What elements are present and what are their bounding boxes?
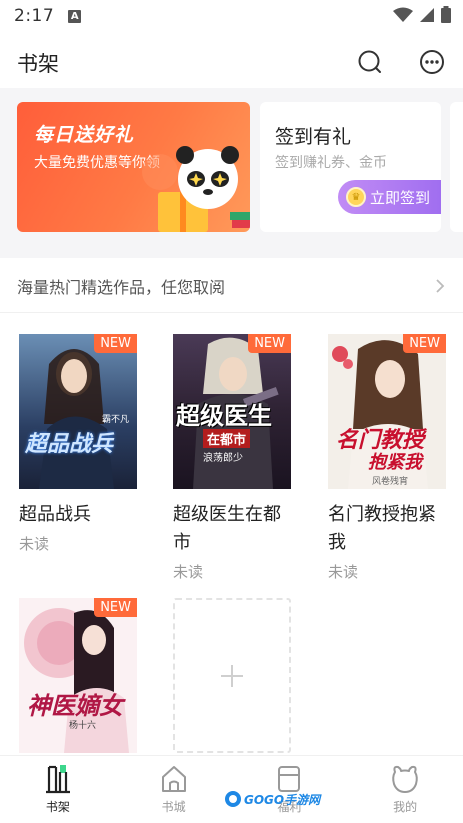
book-cover: NEW 超级医生 在都市 浪荡郎少 xyxy=(173,334,291,489)
book-title: 超级医生在都市 xyxy=(173,504,281,553)
book-title: 名门教授抱紧我 xyxy=(328,504,436,553)
nav-bookstore[interactable]: 书城 xyxy=(116,756,232,823)
nav-label: 书城 xyxy=(161,800,186,814)
status-right xyxy=(393,6,451,23)
search-button[interactable] xyxy=(356,48,384,76)
book-cover: NEW 名门教授 抱紧我 风卷残宵 xyxy=(328,334,446,489)
add-book-button[interactable] xyxy=(173,598,291,753)
nav-profile[interactable]: 我的 xyxy=(347,756,463,823)
coin-icon: ♛ xyxy=(346,187,366,207)
profile-icon xyxy=(392,765,418,793)
cover-title: 神医嫡女 xyxy=(27,692,123,720)
gift-title: 每日送好礼 xyxy=(34,124,135,146)
page-title: 书架 xyxy=(17,52,59,76)
notification-icon: A xyxy=(68,9,82,23)
divider xyxy=(0,312,463,313)
status-time: 2:17 xyxy=(14,6,55,26)
checkin-title: 签到有礼 xyxy=(275,126,352,148)
checkin-subtitle: 签到赚礼券、金币 xyxy=(275,155,387,171)
book-item[interactable]: NEW 超品战兵 霸不凡 超品战兵 未读 xyxy=(19,334,137,554)
checkin-button-label: 立即签到 xyxy=(370,188,431,207)
book-status: 未读 xyxy=(328,563,359,581)
checkin-banner[interactable]: 签到有礼 签到赚礼券、金币 ♛ 立即签到 xyxy=(260,102,441,232)
recommend-row[interactable]: 海量热门精选作品，任您取阅 xyxy=(0,262,463,310)
more-icon xyxy=(420,50,444,74)
banner-area: 每日送好礼 大量免费优惠等你领 签到有礼 签到赚礼券、金币 ♛ 立即签到 xyxy=(0,88,463,258)
watermark-text: GOGO手游网 xyxy=(244,792,321,807)
book-cover: NEW 神医嫡女 杨十六 xyxy=(19,598,137,753)
plus-icon xyxy=(221,664,243,687)
bottom-nav: 书架 书城 福利 我的 xyxy=(0,755,463,823)
cover-subtitle: 抱紧我 xyxy=(368,452,422,473)
status-bar: 2:17 A xyxy=(0,0,463,32)
cover-author: 霸不凡 xyxy=(101,415,129,425)
next-banner[interactable] xyxy=(450,102,463,232)
new-badge: NEW xyxy=(94,598,137,617)
cover-subtitle: 在都市 xyxy=(203,429,251,448)
nav-label: 书架 xyxy=(45,800,70,814)
new-badge: NEW xyxy=(403,334,446,353)
nav-label: 我的 xyxy=(393,800,418,814)
header: 书架 xyxy=(0,40,463,86)
book-item[interactable]: NEW 名门教授 抱紧我 风卷残宵 名门教授抱紧我 未读 xyxy=(328,334,446,582)
watermark: GOGO手游网 xyxy=(224,790,320,808)
new-badge: NEW xyxy=(248,334,291,353)
cover-author: 杨十六 xyxy=(69,721,97,731)
recommend-text: 海量热门精选作品，任您取阅 xyxy=(17,278,226,297)
bookshelf-icon xyxy=(45,765,70,794)
cover-author: 浪荡郎少 xyxy=(203,453,243,464)
cover-title: 超级医生 xyxy=(176,402,272,430)
wifi-icon xyxy=(393,7,413,22)
new-badge: NEW xyxy=(94,334,137,353)
daily-gift-banner[interactable]: 每日送好礼 大量免费优惠等你领 xyxy=(17,102,250,232)
book-status: 未读 xyxy=(173,563,204,581)
search-icon xyxy=(358,50,381,73)
more-button[interactable] xyxy=(418,48,446,76)
book-status: 未读 xyxy=(19,535,50,553)
checkin-button[interactable]: ♛ 立即签到 xyxy=(338,180,441,214)
book-item[interactable]: NEW 神医嫡女 杨十六 xyxy=(19,598,137,753)
book-item[interactable]: NEW 超级医生 在都市 浪荡郎少 超级医生在都市 未读 xyxy=(173,334,291,582)
chevron-right-icon xyxy=(436,279,445,293)
nav-bookshelf[interactable]: 书架 xyxy=(0,756,116,823)
gogo-logo-icon xyxy=(225,791,241,807)
header-actions xyxy=(356,48,446,76)
bookstore-icon xyxy=(161,766,186,792)
cover-title: 超品战兵 xyxy=(25,432,114,457)
book-title: 超品战兵 xyxy=(19,504,91,525)
cover-author: 风卷残宵 xyxy=(372,477,409,487)
signal-icon xyxy=(420,7,434,22)
panda-gift-icon xyxy=(142,146,250,232)
battery-icon xyxy=(441,6,451,23)
book-cover: NEW 超品战兵 霸不凡 xyxy=(19,334,137,489)
